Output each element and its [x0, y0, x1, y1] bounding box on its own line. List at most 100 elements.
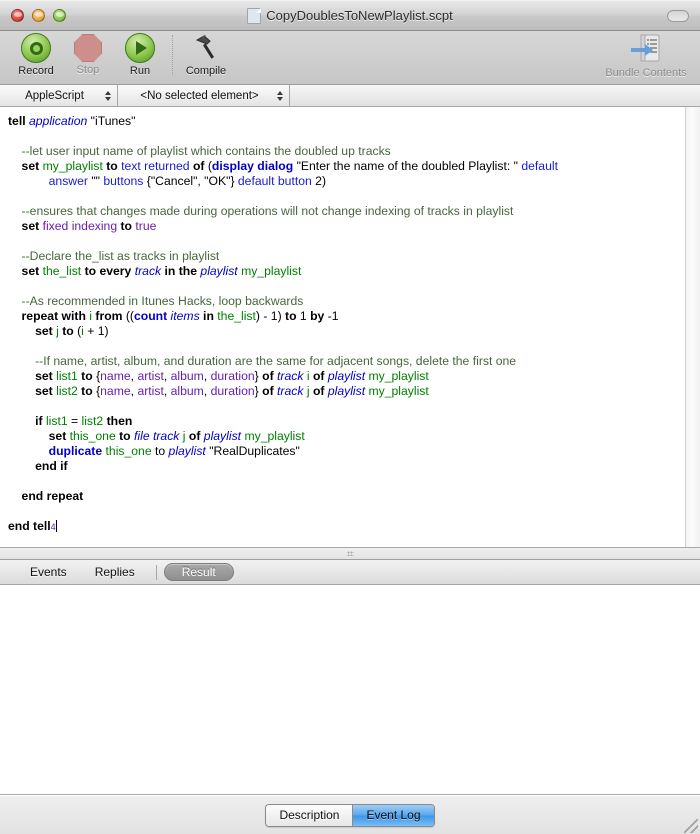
- window-resize-handle[interactable]: [684, 819, 698, 833]
- tab-events[interactable]: Events: [16, 563, 81, 581]
- code-token: set: [21, 264, 43, 278]
- code-line: set list2 to {name, artist, album, durat…: [8, 384, 685, 399]
- code-line: set my_playlist to text returned of (dis…: [8, 159, 685, 174]
- segment-description[interactable]: Description: [266, 804, 353, 826]
- code-line: end repeat: [8, 489, 685, 504]
- language-popup[interactable]: AppleScript: [0, 85, 118, 106]
- code-line: if list1 = list2 then: [8, 414, 685, 429]
- code-token: of: [309, 384, 328, 398]
- toolbar-toggle-button[interactable]: [667, 10, 689, 22]
- code-token: --Declare the_list as tracks in playlist: [8, 249, 220, 263]
- code-token: of: [189, 159, 208, 173]
- toolbar-separator: [172, 35, 174, 75]
- code-token: playlist: [203, 429, 242, 443]
- code-token: list2: [56, 384, 78, 398]
- record-label: Record: [18, 65, 54, 77]
- code-token: then: [103, 414, 133, 428]
- code-token: to: [285, 309, 300, 323]
- tab-replies[interactable]: Replies: [81, 563, 149, 581]
- code-token: name: [100, 369, 131, 383]
- code-token: -1: [327, 309, 339, 323]
- bundle-contents-button[interactable]: Bundle Contents: [598, 31, 694, 79]
- code-token: to: [77, 384, 97, 398]
- code-token: buttons: [103, 174, 144, 188]
- code-line: end tell4: [8, 519, 685, 535]
- code-token: true: [135, 219, 157, 233]
- log-tabbar: Events Replies Result: [0, 560, 700, 585]
- element-popup[interactable]: <No selected element>: [118, 85, 290, 106]
- tab-result[interactable]: Result: [163, 563, 234, 581]
- code-line: --If name, artist, album, and duration a…: [8, 354, 685, 369]
- script-source-text[interactable]: tell application "iTunes" --let user inp…: [0, 107, 685, 547]
- code-line: end if: [8, 459, 685, 474]
- code-token: display dialog: [211, 159, 294, 173]
- code-line: set j to (i + 1): [8, 324, 685, 339]
- stop-label: Stop: [76, 64, 100, 76]
- script-navbar: AppleScript <No selected element>: [0, 85, 700, 107]
- code-token: set: [35, 384, 57, 398]
- code-token: "iTunes": [90, 114, 136, 128]
- code-line: --ensures that changes made during opera…: [8, 204, 685, 219]
- code-token: my_playlist: [244, 429, 305, 443]
- code-token: ((: [125, 309, 134, 323]
- run-button[interactable]: Run: [114, 31, 166, 77]
- navbar-filler: [290, 85, 700, 106]
- code-token: to: [151, 444, 169, 458]
- bottom-segmented-control: Description Event Log: [265, 803, 435, 827]
- record-button[interactable]: Record: [10, 31, 62, 77]
- code-line: tell application "iTunes": [8, 114, 685, 129]
- code-token: album: [170, 384, 204, 398]
- code-token: track: [134, 264, 162, 278]
- close-button[interactable]: [11, 9, 24, 22]
- code-line: set this_one to file track j of playlist…: [8, 429, 685, 444]
- code-token: my_playlist: [368, 384, 429, 398]
- zoom-button[interactable]: [53, 9, 66, 22]
- code-token: from: [92, 309, 126, 323]
- result-pane[interactable]: [0, 585, 700, 795]
- code-token: name: [100, 384, 131, 398]
- minimize-button[interactable]: [32, 9, 45, 22]
- code-token: of: [262, 384, 278, 398]
- tab-divider: [155, 564, 157, 580]
- compile-button[interactable]: Compile: [180, 31, 232, 77]
- element-popup-label: <No selected element>: [140, 89, 259, 102]
- chevron-updown-icon: [105, 90, 111, 101]
- window-controls: [11, 9, 66, 22]
- code-token: "RealDuplicates": [205, 444, 300, 458]
- language-popup-label: AppleScript: [25, 89, 84, 102]
- result-content: [0, 585, 700, 794]
- code-token: in: [199, 309, 218, 323]
- code-line: --let user input name of playlist which …: [8, 144, 685, 159]
- segment-event-log[interactable]: Event Log: [352, 804, 434, 826]
- stop-button[interactable]: Stop: [62, 31, 114, 76]
- code-token: repeat with: [21, 309, 90, 323]
- pane-splitter[interactable]: [0, 548, 700, 560]
- code-token: count: [133, 309, 168, 323]
- code-token: my_playlist: [368, 369, 429, 383]
- code-token: default: [521, 159, 558, 173]
- code-token: of: [185, 429, 204, 443]
- code-token: --ensures that changes made during opera…: [8, 204, 514, 218]
- code-token: end if: [35, 459, 68, 473]
- code-token: this_one: [105, 444, 152, 458]
- code-line: set the_list to every track in the playl…: [8, 264, 685, 279]
- code-token: --As recommended in Itunes Hacks, loop b…: [8, 294, 304, 308]
- code-token: + 1): [83, 324, 109, 338]
- code-token: to: [117, 219, 136, 233]
- editor-vertical-scrollbar[interactable]: [685, 107, 700, 547]
- bundle-contents-label: Bundle Contents: [605, 67, 687, 79]
- code-line: --Declare the_list as tracks in playlist: [8, 249, 685, 264]
- code-token: fixed indexing: [42, 219, 118, 233]
